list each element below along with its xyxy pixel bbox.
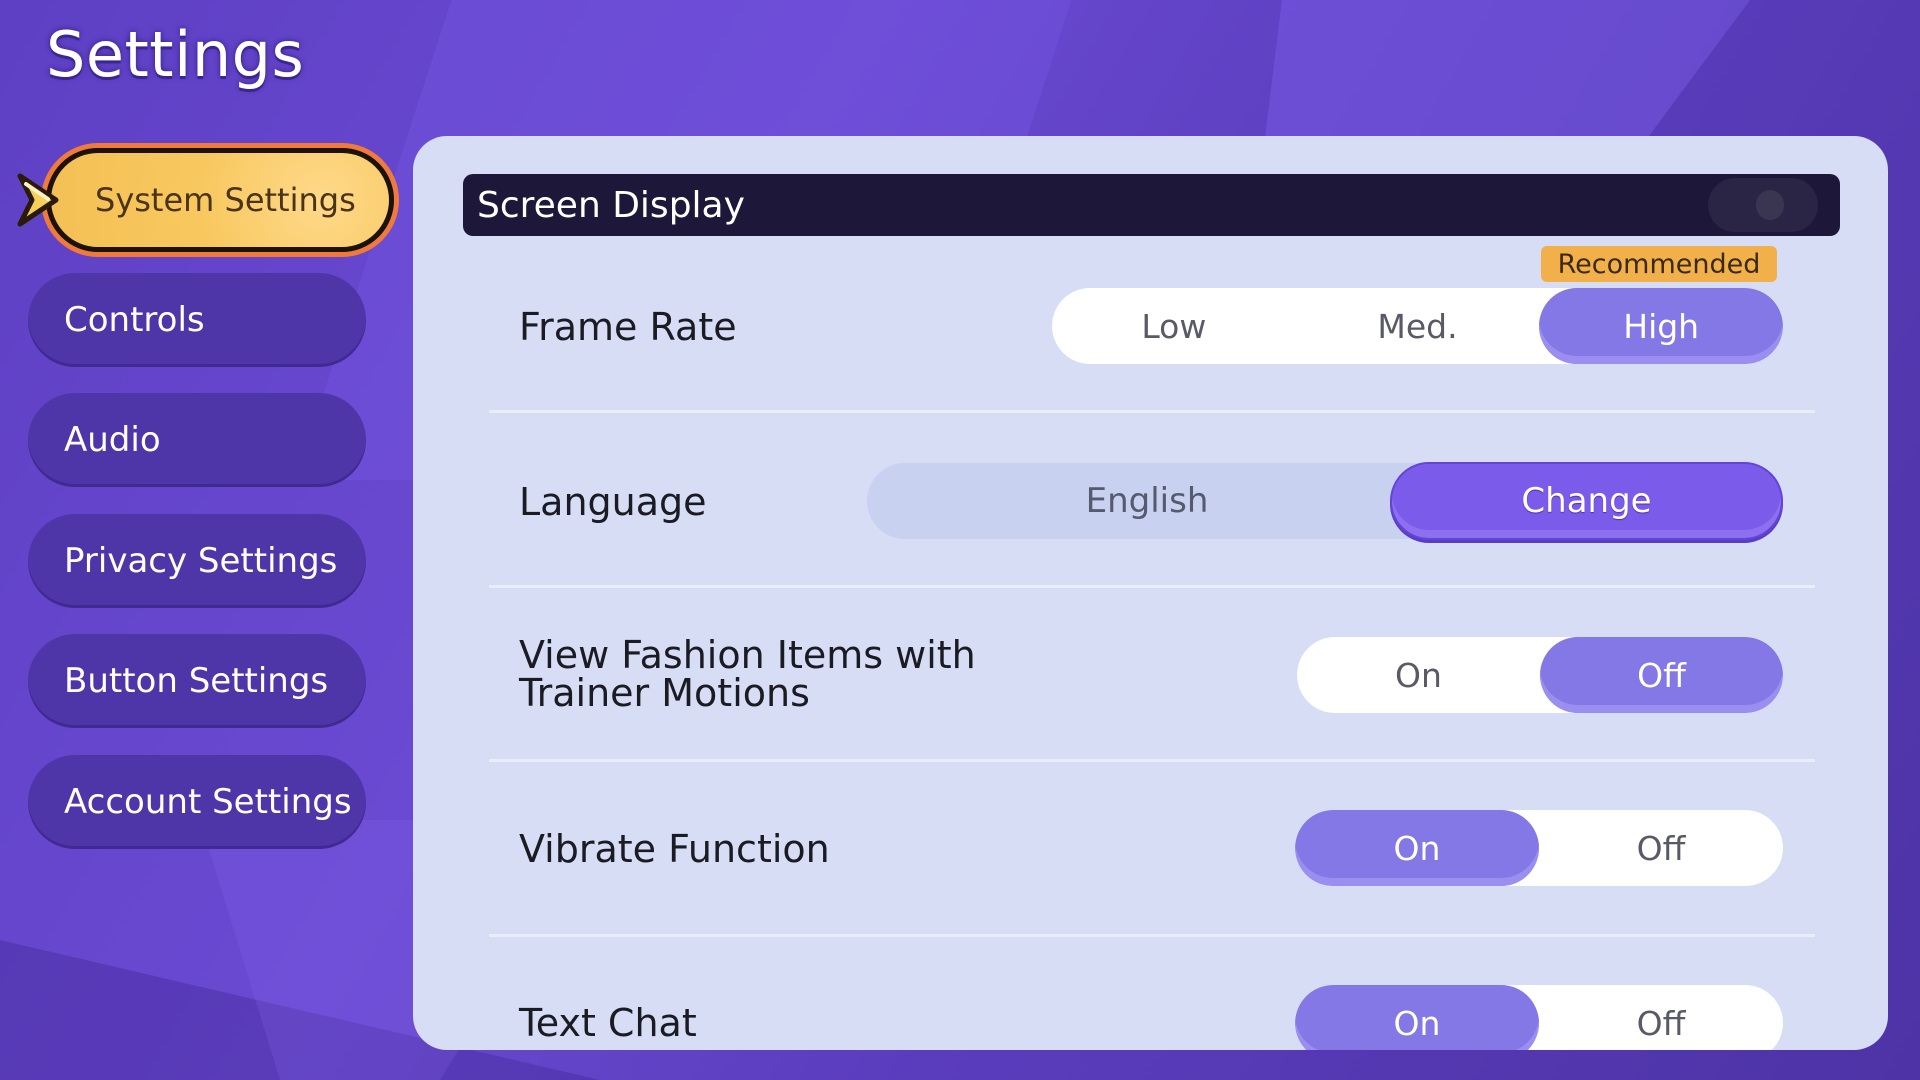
change-language-button[interactable]: Change <box>1390 462 1783 540</box>
fashion-items-label-line2: Trainer Motions <box>519 671 810 715</box>
selection-arrow-icon <box>17 173 59 227</box>
sidebar-item-label: System Settings <box>95 181 356 219</box>
language-value: English <box>1085 481 1209 521</box>
fashion-items-option-off[interactable]: Off <box>1540 637 1783 713</box>
text-chat-option-off[interactable]: Off <box>1539 985 1783 1050</box>
divider <box>489 759 1815 762</box>
pokeball-decoration-icon <box>1708 178 1818 232</box>
vibrate-function-label: Vibrate Function <box>519 827 830 871</box>
section-header: Screen Display <box>463 174 1840 236</box>
fashion-items-toggle: On Off <box>1297 637 1783 713</box>
text-chat-label: Text Chat <box>519 1001 697 1045</box>
divider <box>489 934 1815 937</box>
divider <box>489 410 1815 413</box>
sidebar-item-label: Audio <box>64 420 161 460</box>
sidebar-item-account-settings[interactable]: Account Settings <box>28 755 366 849</box>
frame-rate-label: Frame Rate <box>519 305 737 349</box>
sidebar-item-label: Account Settings <box>64 782 352 822</box>
sidebar-item-audio[interactable]: Audio <box>28 393 366 487</box>
fashion-items-label-line1: View Fashion Items with <box>519 633 976 677</box>
sidebar-item-label: Button Settings <box>64 661 329 701</box>
fashion-items-label: View Fashion Items with Trainer Motions <box>519 636 976 712</box>
language-label: Language <box>519 480 707 524</box>
sidebar-item-label: Privacy Settings <box>64 541 338 581</box>
page-title: Settings <box>46 18 305 91</box>
vibrate-option-on[interactable]: On <box>1295 810 1539 886</box>
frame-rate-option-low[interactable]: Low <box>1052 288 1296 364</box>
fashion-items-option-on[interactable]: On <box>1297 637 1540 713</box>
frame-rate-option-med[interactable]: Med. <box>1296 288 1540 364</box>
vibrate-option-off[interactable]: Off <box>1539 810 1783 886</box>
sidebar-item-privacy-settings[interactable]: Privacy Settings <box>28 514 366 608</box>
recommended-badge: Recommended <box>1541 246 1777 282</box>
divider <box>489 585 1815 588</box>
sidebar-item-button-settings[interactable]: Button Settings <box>28 634 366 728</box>
sidebar-item-system-settings[interactable]: System Settings <box>46 148 394 252</box>
frame-rate-option-high[interactable]: High <box>1539 288 1783 364</box>
text-chat-toggle: On Off <box>1295 985 1783 1050</box>
frame-rate-selector: Low Med. High <box>1052 288 1783 364</box>
sidebar-item-controls[interactable]: Controls <box>28 273 366 367</box>
settings-panel: Screen Display Frame Rate Recommended Lo… <box>413 136 1888 1050</box>
text-chat-option-on[interactable]: On <box>1295 985 1539 1050</box>
vibrate-function-toggle: On Off <box>1295 810 1783 886</box>
sidebar-item-label: Controls <box>64 300 205 340</box>
section-title: Screen Display <box>477 184 745 226</box>
